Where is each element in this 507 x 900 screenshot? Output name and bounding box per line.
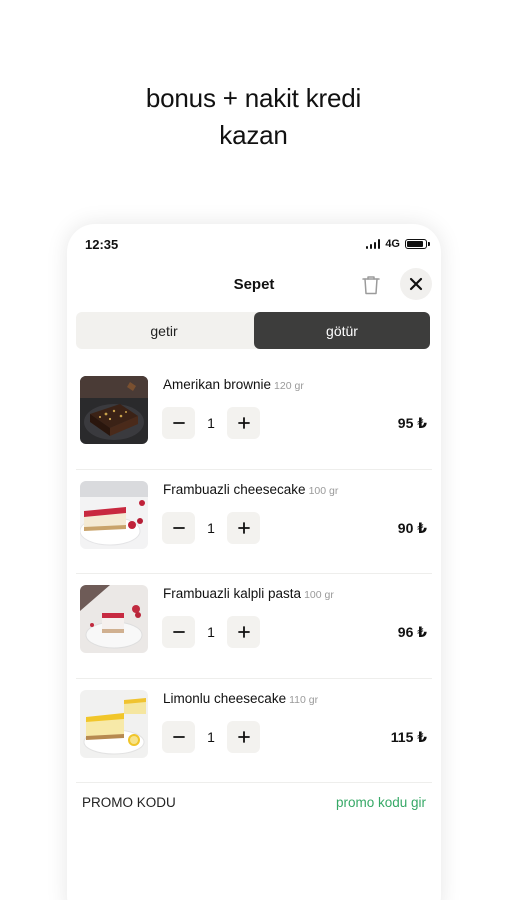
decrease-button[interactable]	[162, 511, 195, 544]
promo-code-row: PROMO KODU promo kodu gir	[82, 795, 426, 815]
minus-icon	[172, 422, 185, 424]
minus-icon	[172, 735, 185, 738]
decrease-button[interactable]	[162, 720, 195, 753]
delivery-mode-toggle: getir götür	[76, 312, 430, 349]
phone-frame: 12:35 4G Sepet getir götür Amerikan brow…	[67, 224, 441, 900]
quantity-stepper: 1	[162, 407, 260, 439]
quantity-value: 1	[207, 624, 215, 640]
increase-button[interactable]	[227, 407, 260, 439]
product-weight: 100 gr	[308, 484, 339, 497]
cart-item: Limonlu cheesecake 110 gr 1 115 ₺	[76, 679, 432, 783]
tab-gotur[interactable]: götür	[254, 312, 430, 349]
quantity-value: 1	[207, 415, 215, 431]
cart-item: Amerikan brownie 120 gr 1 95 ₺	[76, 365, 432, 470]
increase-button[interactable]	[227, 511, 260, 544]
product-image	[80, 480, 148, 549]
status-indicators: 4G	[365, 238, 430, 250]
network-type: 4G	[385, 238, 400, 250]
quantity-stepper: 1	[162, 720, 260, 753]
product-title: Frambuazli cheesecake	[163, 481, 306, 497]
product-name: Limonlu cheesecake 110 gr	[163, 691, 318, 706]
plus-icon	[237, 730, 250, 743]
page-title: Sepet	[233, 276, 275, 293]
signal-icon	[365, 239, 381, 249]
product-price: 90 ₺	[397, 519, 427, 536]
product-name: Amerikan brownie 120 gr	[163, 377, 304, 392]
tab-getir[interactable]: getir	[76, 312, 252, 349]
status-bar: 12:35 4G	[85, 236, 430, 254]
product-price: 96 ₺	[397, 624, 427, 640]
product-name: Frambuazli cheesecake 100 gr	[163, 482, 338, 497]
product-price: 95 ₺	[397, 415, 427, 431]
battery-icon	[405, 239, 430, 249]
product-image	[80, 689, 148, 758]
increase-button[interactable]	[227, 616, 260, 648]
headline-line-2: kazan	[219, 120, 288, 150]
quantity-value: 1	[207, 519, 215, 536]
decrease-button[interactable]	[162, 616, 195, 648]
product-price: 115 ₺	[390, 728, 427, 745]
promo-code-link[interactable]: promo kodu gir	[336, 795, 426, 810]
quantity-stepper: 1	[162, 511, 260, 544]
status-time: 12:35	[85, 237, 119, 252]
product-title: Limonlu cheesecake	[163, 690, 287, 706]
product-weight: 100 gr	[304, 589, 334, 601]
plus-icon	[237, 417, 250, 429]
product-name: Frambuazli kalpli pasta 100 gr	[163, 586, 334, 601]
product-weight: 120 gr	[274, 380, 304, 392]
product-image	[80, 585, 148, 653]
trash-icon[interactable]	[361, 274, 381, 296]
minus-icon	[172, 631, 185, 633]
product-weight: 110 gr	[289, 693, 319, 706]
product-image	[80, 376, 148, 444]
product-title: Frambuazli kalpli pasta	[163, 586, 302, 601]
close-button[interactable]	[400, 268, 432, 300]
minus-icon	[172, 526, 185, 529]
promo-code-label: PROMO KODU	[82, 795, 176, 810]
headline-line-1: bonus + nakit kredi	[145, 83, 362, 113]
promo-headline: bonus + nakit kredi kazan	[0, 80, 507, 154]
plus-icon	[237, 521, 250, 534]
quantity-stepper: 1	[162, 616, 260, 648]
cart-item: Frambuazli kalpli pasta 100 gr 1 96 ₺	[76, 574, 432, 679]
plus-icon	[237, 626, 250, 638]
product-title: Amerikan brownie	[163, 377, 272, 392]
close-icon	[409, 277, 423, 291]
cart-item: Frambuazli cheesecake 100 gr 1 90 ₺	[76, 470, 432, 574]
quantity-value: 1	[207, 728, 215, 745]
decrease-button[interactable]	[162, 407, 195, 439]
increase-button[interactable]	[227, 720, 260, 753]
cart-list: Amerikan brownie 120 gr 1 95 ₺ Frambuazl…	[67, 365, 441, 783]
